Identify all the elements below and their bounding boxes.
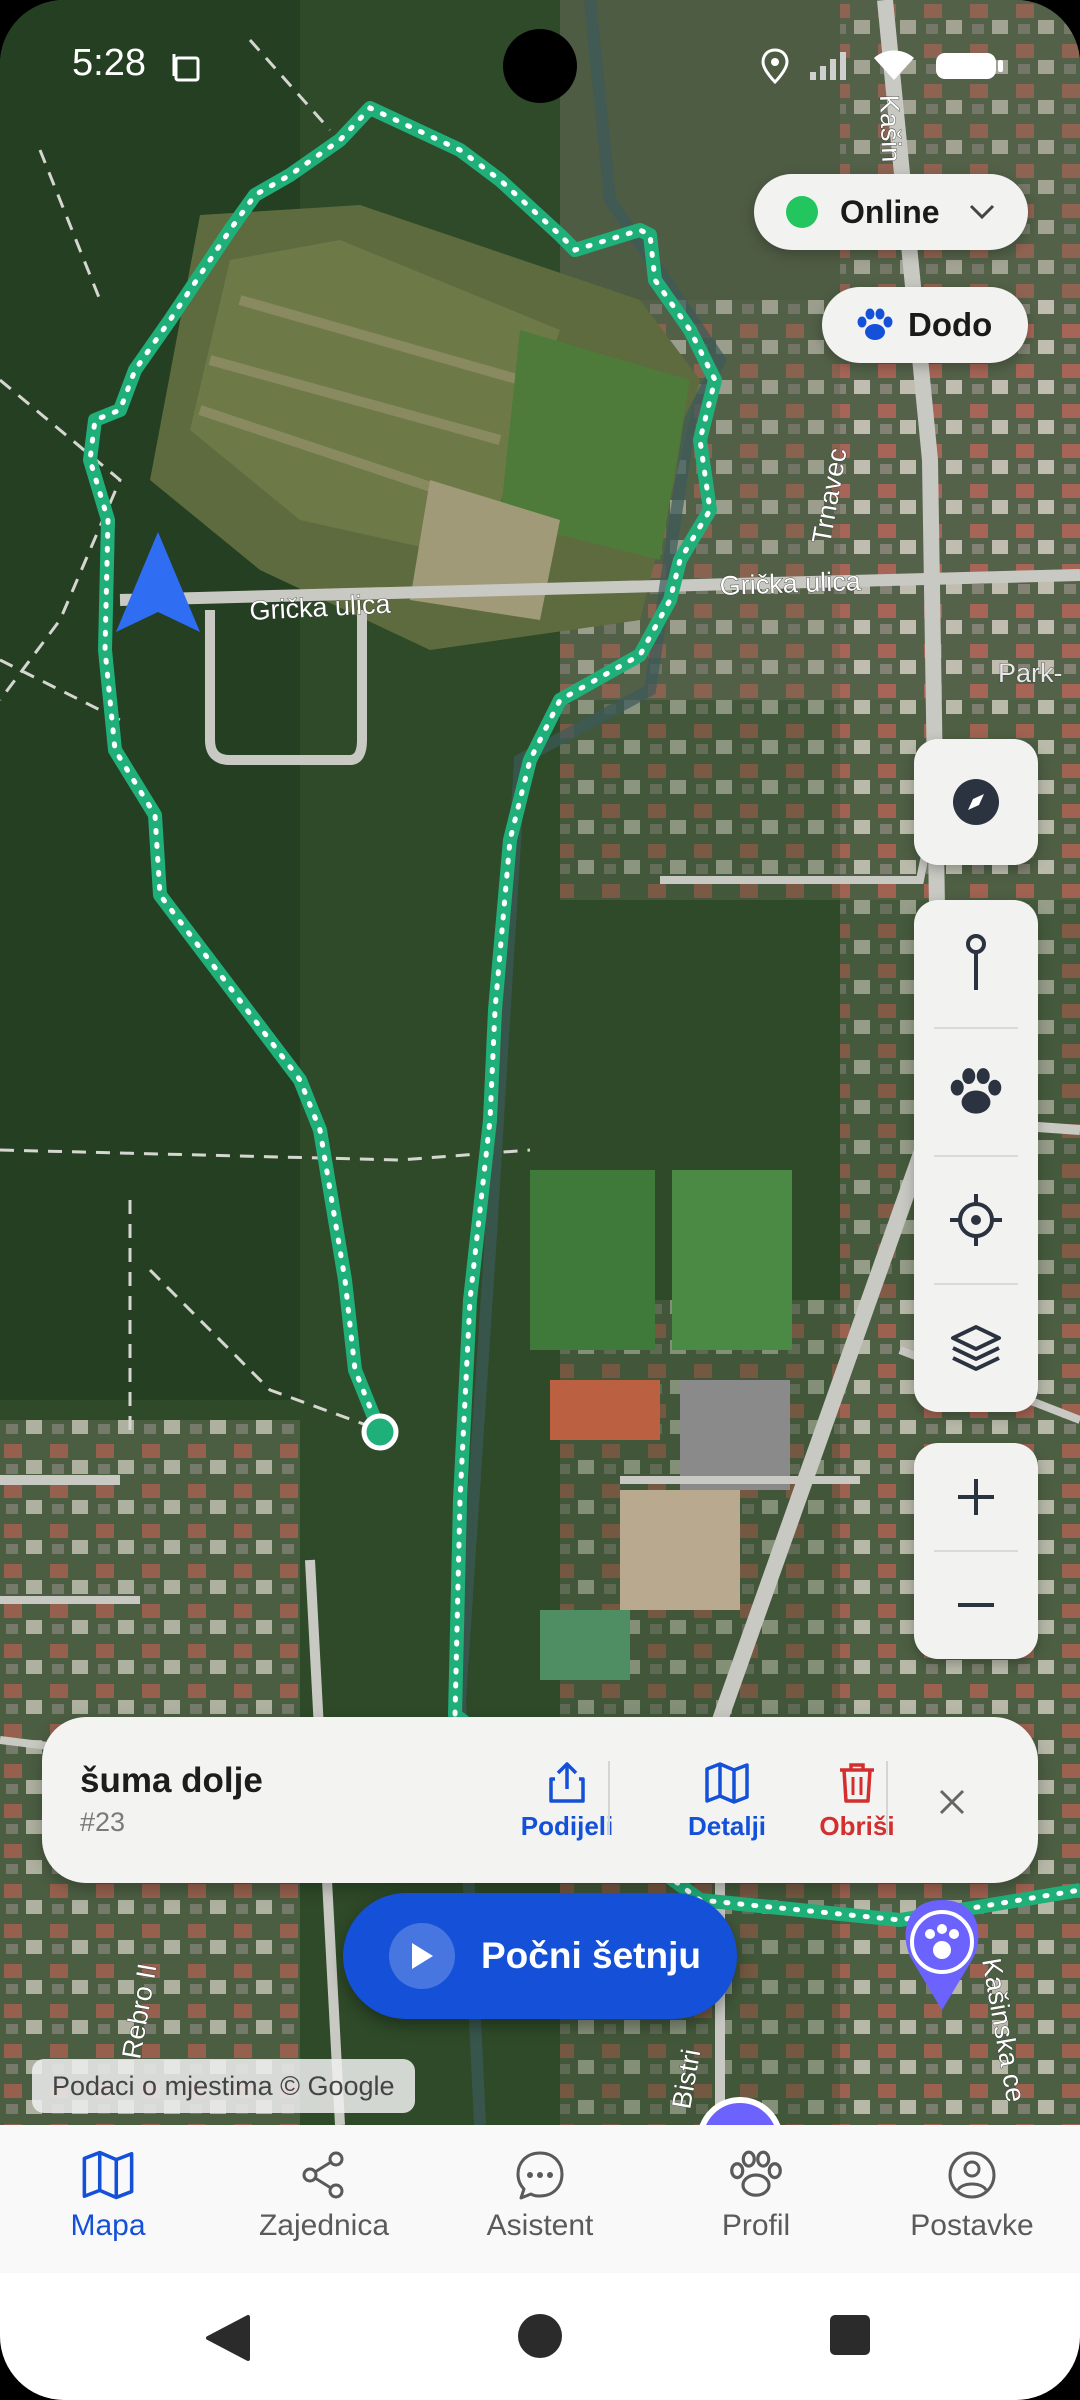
pet-selector[interactable]: Dodo xyxy=(822,287,1028,363)
layers-icon xyxy=(951,1325,1001,1371)
play-icon-wrap xyxy=(389,1923,455,1989)
pet-name: Dodo xyxy=(908,306,993,343)
back-icon[interactable] xyxy=(204,2313,252,2363)
share-icon xyxy=(302,2151,344,2199)
zoom-card xyxy=(914,1443,1038,1659)
online-indicator xyxy=(786,196,818,228)
route-name: šuma dolje xyxy=(80,1761,263,1800)
locate-icon xyxy=(950,1194,1002,1246)
play-icon xyxy=(412,1943,433,1969)
map-attribution: Podaci o mjestima © Google xyxy=(32,2059,415,2113)
delete-label: Obriši xyxy=(819,1811,895,1841)
zoom-in-button[interactable] xyxy=(914,1443,1038,1551)
trash-icon xyxy=(840,1763,874,1803)
pet-location-button[interactable] xyxy=(914,1028,1038,1156)
account-circle-icon xyxy=(948,2151,996,2199)
screenshot-icon xyxy=(172,54,200,82)
location-icon xyxy=(761,48,789,84)
paw-icon xyxy=(857,308,893,340)
my-location-button[interactable] xyxy=(914,1156,1038,1284)
zoom-out-icon xyxy=(958,1603,994,1607)
status-bar: 5:28 xyxy=(0,0,1080,130)
share-label: Podijeli xyxy=(520,1811,614,1841)
system-navigation-bar xyxy=(0,2273,1080,2400)
street-label: Park- xyxy=(998,658,1063,688)
close-button[interactable] xyxy=(922,1772,982,1832)
nav-label: Zajednica xyxy=(258,2209,390,2242)
nav-label: Mapa xyxy=(70,2209,146,2242)
zoom-in-icon xyxy=(958,1479,994,1515)
nav-item-asistent[interactable]: Asistent xyxy=(432,2149,648,2243)
bottom-navigation: Mapa Zajednica Asistent Profil Postavke xyxy=(0,2125,1080,2273)
online-status-dropdown[interactable]: Online xyxy=(754,174,1028,250)
battery-icon xyxy=(936,53,1003,79)
online-status-label: Online xyxy=(840,193,940,230)
start-walk-label: Počni šetnju xyxy=(481,1935,701,1976)
map-icon xyxy=(705,1762,749,1804)
nav-item-zajednica[interactable]: Zajednica xyxy=(216,2149,432,2243)
share-icon xyxy=(549,1762,585,1803)
paw-icon xyxy=(730,2150,782,2197)
chevron-down-icon xyxy=(969,204,994,220)
pin-icon xyxy=(966,934,986,990)
recents-icon[interactable] xyxy=(828,2313,872,2357)
nav-label: Profil xyxy=(721,2209,791,2242)
map-layers-button[interactable] xyxy=(914,1284,1038,1412)
signal-icon xyxy=(810,52,846,80)
close-icon xyxy=(939,1789,965,1815)
share-button[interactable]: Podijeli xyxy=(482,1761,652,1842)
nav-label: Asistent xyxy=(486,2209,594,2242)
start-walk-button[interactable]: Počni šetnju xyxy=(343,1893,737,2019)
route-info-card: šuma dolje #23 Podijeli Detalji Obriši xyxy=(42,1717,1038,1883)
screen: Grička ulica Grička ulica Trnavec Park- … xyxy=(0,0,1080,2400)
status-time: 5:28 xyxy=(72,42,146,84)
camera-cutout xyxy=(503,29,577,103)
details-label: Detalji xyxy=(687,1811,767,1841)
nav-label: Postavke xyxy=(910,2209,1034,2242)
paw-icon xyxy=(950,1068,1002,1114)
home-icon[interactable] xyxy=(517,2313,563,2359)
map-tools-card xyxy=(914,900,1038,1412)
nav-item-mapa[interactable]: Mapa xyxy=(0,2149,216,2243)
wifi-icon xyxy=(874,50,914,80)
compass-button[interactable] xyxy=(914,739,1038,865)
route-end-marker[interactable] xyxy=(361,1413,399,1451)
zoom-out-button[interactable] xyxy=(914,1551,1038,1659)
compass-card xyxy=(914,739,1038,865)
street-label: Grička ulica xyxy=(719,566,862,601)
route-number: #23 xyxy=(80,1807,126,1837)
nav-item-postavke[interactable]: Postavke xyxy=(864,2149,1080,2243)
nav-item-profil[interactable]: Profil xyxy=(648,2149,864,2243)
chat-icon xyxy=(516,2151,564,2200)
delete-button[interactable]: Obriši xyxy=(772,1761,942,1842)
compass-icon xyxy=(953,779,999,825)
map-icon xyxy=(82,2150,134,2200)
drop-pin-button[interactable] xyxy=(914,900,1038,1028)
